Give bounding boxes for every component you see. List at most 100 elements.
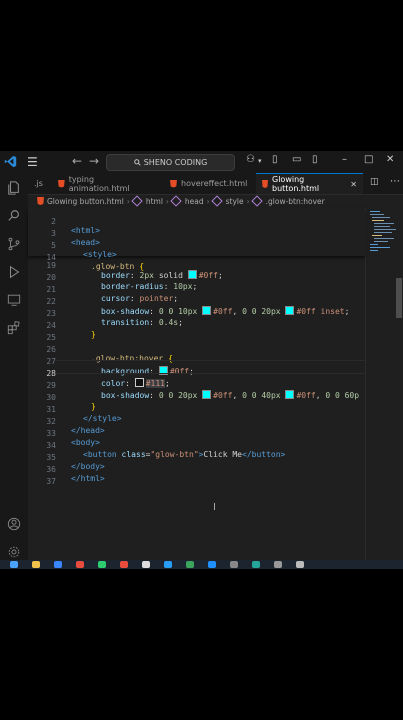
taskbar-app-icon[interactable] [230,561,238,568]
extensions-icon[interactable] [5,319,23,337]
split-editor-icon[interactable]: ◫ [370,177,379,187]
run-debug-icon[interactable] [5,263,23,281]
gear-icon[interactable] [5,543,23,561]
hamburger-icon[interactable]: ☰ [27,155,38,169]
minimap-line [374,229,396,230]
minimap-line [372,217,390,218]
taskbar-app-icon[interactable] [120,561,128,568]
taskbar-app-icon[interactable] [208,561,216,568]
code-line: 5 <style> [28,232,365,259]
code-line: 20 border-radius: 10px; [28,264,365,291]
minimap-line [374,223,394,224]
minimap-line [372,235,382,236]
account-icon[interactable] [5,515,23,533]
breadcrumb-head[interactable]: head [185,197,204,206]
layout-panel-icon[interactable]: ▭ [292,154,301,165]
taskbar-app-icon[interactable] [76,561,84,568]
html5-icon [170,179,177,188]
title-bar: ☰ ← → SHENO CODING ⚇ ▾ ▯ ▭ ▯ – □ ✕ [0,151,403,173]
code-line: 31 </style> [28,396,365,423]
tab-label: typing animation.html [68,174,130,193]
sticky-scroll: 2 <html> 3 <head> 5 <style> 14 .glow-btn… [28,208,365,271]
maximize-icon[interactable]: □ [364,154,373,165]
chevron-right-icon: › [206,196,210,206]
code-editor[interactable]: 2 <html> 3 <head> 5 <style> 14 .glow-btn… [28,208,365,569]
taskbar-app-icon[interactable] [164,561,172,568]
search-icon [133,159,141,166]
layout-sidebar-right-icon[interactable]: ▯ [312,154,318,165]
chevron-right-icon: › [165,196,169,206]
search-icon[interactable] [5,207,23,225]
tab-hovereffect[interactable]: hovereffect.html [164,173,254,194]
vscode-logo-icon [4,155,17,168]
code-line: 2 <html> [28,208,365,235]
minimize-icon[interactable]: – [342,154,347,165]
more-actions-icon[interactable]: ⋯ [390,176,400,187]
minimap-line [372,220,384,221]
breadcrumb-file[interactable]: Glowing button.html [47,197,124,206]
breadcrumb-html[interactable]: html [146,197,163,206]
tab-typing-animation[interactable]: typing animation.html [52,173,160,194]
code-line: 34 <button class="glow-btn">Click Me</bu… [28,432,365,459]
command-center-label: SHENO CODING [143,158,208,167]
code-line: 36 </html> [28,456,365,483]
chevron-right-icon: › [246,196,250,206]
explorer-icon[interactable] [5,179,23,197]
taskbar-app-icon[interactable] [186,561,194,568]
copilot-icon[interactable]: ⚇ [246,154,255,165]
html5-icon [58,179,65,188]
layout-sidebar-left-icon[interactable]: ▯ [272,154,278,165]
breadcrumb-style[interactable]: style [226,197,244,206]
symbol-icon [250,195,263,207]
symbol-icon [131,195,143,207]
tab-label: hovereffect.html [181,179,248,188]
taskbar-app-icon[interactable] [142,561,150,568]
minimap-line [374,226,390,227]
code-line: 22 box-shadow: 0 0 10px #0ff, 0 0 20px #… [28,288,365,316]
copilot-chevron-icon[interactable]: ▾ [258,157,262,165]
tab-js[interactable]: .js [28,173,50,194]
taskbar-app-icon[interactable] [252,561,260,568]
minimap-line [370,211,380,212]
breadcrumb: Glowing button.html › html › head › styl… [28,194,403,208]
close-icon[interactable]: ✕ [350,180,357,189]
remote-explorer-icon[interactable] [5,291,23,309]
tab-label: .js [34,179,43,188]
symbol-icon [210,195,223,207]
code-line: 29 box-shadow: 0 0 20px #0ff, 0 0 40px #… [28,372,365,400]
text-cursor-icon: I [213,502,216,513]
taskbar-app-icon[interactable] [10,561,18,568]
code-line: 14 .glow-btn { [28,244,365,271]
minimap-line [370,214,384,215]
code-line: 37 [28,468,365,486]
taskbar-app-icon[interactable] [274,561,282,568]
breadcrumb-selector[interactable]: .glow-btn:hover [266,197,325,206]
taskbar-app-icon[interactable] [296,561,304,568]
code-line: 32 </head> [28,408,365,435]
source-control-icon[interactable] [5,235,23,253]
minimap-line [374,232,392,233]
arrow-left-icon[interactable]: ← [72,154,82,168]
code-line: 24 } [28,312,365,339]
taskbar-app-icon[interactable] [54,561,62,568]
minimap-line [370,247,390,248]
code-line: 35 </body> [28,444,365,471]
activity-bar [0,173,28,569]
arrow-right-icon[interactable]: → [89,154,99,168]
minimap-line [370,250,378,251]
taskbar-app-icon[interactable] [98,561,106,568]
code-line: 3 <head> [28,220,365,247]
tab-glowing-button[interactable]: Glowing button.html ✕ [256,173,363,194]
scrollbar-thumb[interactable] [396,278,402,318]
command-center-search[interactable]: SHENO CODING [106,154,235,171]
code-text: .glow-btn { [91,262,145,271]
tab-label: Glowing button.html [272,175,320,193]
vertical-scrollbar[interactable] [395,208,403,569]
line-number: 37 [46,477,56,486]
taskbar-app-icon[interactable] [32,561,40,568]
chevron-right-icon: › [126,196,130,206]
close-window-icon[interactable]: ✕ [386,154,394,165]
taskbar [0,560,403,569]
code-line: 27 background: #0ff; [28,348,365,376]
code-line: 23 transition: 0.4s; [28,300,365,327]
